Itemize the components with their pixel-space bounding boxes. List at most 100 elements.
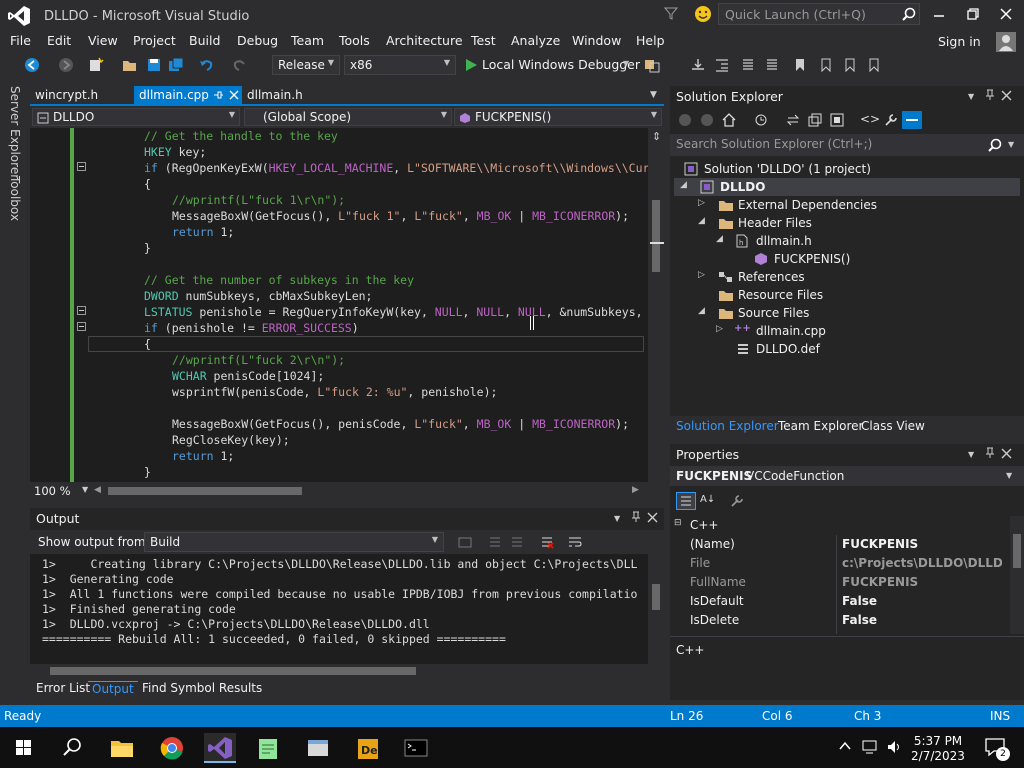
panel-menu-chevron-icon[interactable]: ▼ xyxy=(614,514,620,523)
quick-launch-box[interactable]: Quick Launch (Ctrl+Q) xyxy=(718,3,920,25)
tree-item-solution[interactable]: Solution 'DLLDO' (1 project) xyxy=(674,160,1020,178)
menu-architecture[interactable]: Architecture xyxy=(386,33,463,48)
categorized-icon[interactable] xyxy=(676,492,696,510)
pin-icon[interactable] xyxy=(630,511,642,523)
pin-icon[interactable] xyxy=(212,89,224,101)
collapsed-triangle-icon[interactable]: ▷ xyxy=(716,324,723,334)
collapse-all-icon[interactable] xyxy=(808,113,822,127)
show-all-files-icon[interactable] xyxy=(830,113,844,127)
clock-time[interactable]: 5:37 PM xyxy=(908,734,968,748)
menu-view[interactable]: View xyxy=(88,33,118,48)
collapsed-triangle-icon[interactable]: ▷ xyxy=(698,270,705,280)
menu-build[interactable]: Build xyxy=(189,33,220,48)
scroll-right-icon[interactable]: ▶ xyxy=(632,485,639,495)
forward-icon[interactable] xyxy=(700,113,714,127)
alphabetical-icon[interactable]: A↓ xyxy=(700,494,715,505)
tree-item-source-files[interactable]: ◢ Source Files xyxy=(674,304,1020,322)
view-code-icon[interactable]: <> xyxy=(860,112,880,126)
tab-class-view[interactable]: Class View xyxy=(861,419,925,433)
property-category-row[interactable]: ⊟ C++ xyxy=(670,516,1010,535)
solution-configuration-dropdown[interactable]: Release ▼ xyxy=(272,55,340,75)
chevron-down-icon[interactable]: ▼ xyxy=(1008,140,1014,149)
property-grid-divider[interactable] xyxy=(836,535,837,634)
pin-icon[interactable] xyxy=(984,447,996,459)
panel-menu-chevron-icon[interactable]: ▼ xyxy=(968,92,974,101)
dependency-walker-icon[interactable]: De xyxy=(352,733,384,763)
project-dropdown[interactable]: DLLDO ▼ xyxy=(32,108,240,126)
tab-solution-explorer[interactable]: Solution Explorer xyxy=(676,419,779,433)
scroll-left-icon[interactable]: ◀ xyxy=(94,485,101,495)
uncomment-lines-icon[interactable] xyxy=(764,57,780,73)
scope-dropdown[interactable]: (Global Scope) ▼ xyxy=(244,108,452,126)
scrollbar-thumb[interactable] xyxy=(1013,534,1021,568)
back-icon[interactable] xyxy=(24,57,40,73)
account-avatar-icon[interactable] xyxy=(996,32,1016,52)
forward-icon[interactable] xyxy=(58,57,74,73)
next-message-icon[interactable] xyxy=(510,535,524,549)
application-window-icon[interactable] xyxy=(302,733,334,763)
attach-process-icon[interactable] xyxy=(644,57,660,73)
undo-icon[interactable] xyxy=(198,57,214,73)
menu-test[interactable]: Test xyxy=(471,33,496,48)
tree-item-references[interactable]: ▷ References xyxy=(674,268,1020,286)
preview-selected-icon[interactable] xyxy=(902,111,922,129)
tree-item-external-dependencies[interactable]: ▷ External Dependencies xyxy=(674,196,1020,214)
outdent-icon[interactable] xyxy=(714,57,730,73)
menu-file[interactable]: File xyxy=(10,33,31,48)
file-explorer-icon[interactable] xyxy=(106,733,138,763)
word-wrap-icon[interactable] xyxy=(568,535,582,549)
start-debugging-button[interactable]: Local Windows Debugger ▼ xyxy=(464,57,640,75)
expanded-triangle-icon[interactable]: ◢ xyxy=(680,180,687,190)
filter-icon[interactable] xyxy=(664,6,678,20)
tree-item-dlldo-def[interactable]: DLLDO.def xyxy=(674,340,1020,358)
collapse-region-icon[interactable] xyxy=(77,306,86,315)
member-dropdown[interactable]: FUCKPENIS() ▼ xyxy=(454,108,662,126)
search-icon[interactable] xyxy=(902,7,916,21)
tab-output[interactable]: Output xyxy=(88,681,138,696)
home-icon[interactable] xyxy=(722,113,736,127)
property-row[interactable]: File c:\Projects\DLLDO\DLLDO\d xyxy=(670,554,1010,573)
scrollbar-thumb[interactable] xyxy=(652,584,660,610)
tab-error-list[interactable]: Error List xyxy=(36,681,90,695)
menu-tools[interactable]: Tools xyxy=(339,33,370,48)
tab-dllmain-cpp[interactable]: dllmain.cpp xyxy=(134,86,242,106)
server-explorer-tab[interactable]: Server Explorer xyxy=(8,86,22,179)
zoom-level[interactable]: 100 % xyxy=(34,484,71,498)
pin-icon[interactable] xyxy=(984,89,996,101)
comment-lines-icon[interactable] xyxy=(740,57,756,73)
sign-in-link[interactable]: Sign in xyxy=(938,34,981,49)
redo-icon[interactable] xyxy=(232,57,248,73)
restore-button[interactable] xyxy=(966,7,980,21)
menu-edit[interactable]: Edit xyxy=(47,33,71,48)
feedback-smiley-icon[interactable] xyxy=(694,5,712,23)
tab-wincrypt-h[interactable]: wincrypt.h xyxy=(30,86,130,106)
previous-message-icon[interactable] xyxy=(488,535,502,549)
output-vertical-scrollbar[interactable] xyxy=(648,554,664,666)
solution-search-box[interactable]: Search Solution Explorer (Ctrl+;) ▼ xyxy=(670,134,1024,156)
output-source-dropdown[interactable]: Build ▼ xyxy=(144,532,444,552)
tree-item-header-files[interactable]: ◢ Header Files xyxy=(674,214,1020,232)
pending-changes-icon[interactable] xyxy=(754,113,768,127)
output-horizontal-scrollbar[interactable] xyxy=(30,664,664,678)
new-project-icon[interactable] xyxy=(88,57,104,73)
windows-start-icon[interactable] xyxy=(8,733,40,763)
property-row[interactable]: (Name) FUCKPENIS xyxy=(670,535,1010,554)
property-row[interactable]: IsDefault False xyxy=(670,592,1010,611)
menu-analyze[interactable]: Analyze xyxy=(511,33,560,48)
code-editor[interactable]: // Get the handle to the key HKEY key; if … xyxy=(30,128,664,482)
collapse-category-icon[interactable]: ⊟ xyxy=(674,518,682,528)
search-icon[interactable] xyxy=(988,138,1002,152)
step-icon[interactable] xyxy=(690,57,706,73)
bookmark-prev-icon[interactable] xyxy=(818,57,834,73)
property-row[interactable]: IsDelete False xyxy=(670,611,1010,630)
panel-menu-chevron-icon[interactable]: ▼ xyxy=(968,450,974,459)
chevron-down-icon[interactable]: ▼ xyxy=(82,485,88,494)
close-tab-icon[interactable] xyxy=(228,89,240,101)
tray-chevron-up-icon[interactable] xyxy=(838,740,852,752)
horizontal-scrollbar-thumb[interactable] xyxy=(108,487,302,495)
save-icon[interactable] xyxy=(146,57,162,73)
tab-find-symbol-results[interactable]: Find Symbol Results xyxy=(142,681,262,695)
bookmark-clear-icon[interactable] xyxy=(866,57,882,73)
collapse-region-icon[interactable] xyxy=(77,322,86,331)
toolbox-tab[interactable]: Toolbox xyxy=(8,176,22,221)
